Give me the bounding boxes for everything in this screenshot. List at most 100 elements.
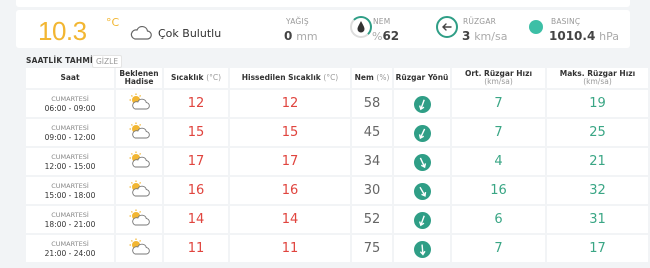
temp-cell: 11 [164,235,228,262]
time-range: 12:00 - 15:00 [44,161,96,171]
time-range: 09:00 - 12:00 [44,132,96,142]
header-temp: Sıcaklık (°C) [164,68,228,88]
precipitation-label: YAĞIŞ [286,17,309,26]
header-humidity: Nem (%) [352,68,392,88]
time-range: 21:00 - 24:00 [44,248,96,258]
feels-cell: 16 [230,177,350,204]
current-temperature: 10.3 [38,16,87,46]
event-cell [116,90,162,117]
cloud-icon [130,26,152,40]
wind-direction-icon [413,125,431,142]
feels-cell: 15 [230,119,350,146]
partly-cloudy-icon [129,180,150,196]
wind-direction-icon [413,154,431,171]
wind-dir-cell [394,235,450,262]
time-cell: CUMARTESİ 21:00 - 24:00 [26,235,114,262]
partly-cloudy-icon [129,151,150,167]
wind-dir-cell [394,148,450,175]
wind-max-cell: 21 [547,148,648,175]
header-wind-dir: Rüzgar Yönü [394,68,450,88]
wind-avg-cell: 16 [452,177,545,204]
temp-cell: 15 [164,119,228,146]
previous-card-edge [16,0,630,7]
wind-direction-icon [413,183,431,200]
table-row: CUMARTESİ 18:00 - 21:00 14 14 52 6 31 [26,206,648,233]
wind-avg-cell: 7 [452,90,545,117]
day-label: CUMARTESİ [51,152,89,161]
table-row: CUMARTESİ 21:00 - 24:00 11 11 75 7 17 [26,235,648,262]
wind-max-cell: 31 [547,206,648,233]
humidity-cell: 75 [352,235,392,262]
time-cell: CUMARTESİ 09:00 - 12:00 [26,119,114,146]
pressure-label: BASINÇ [551,17,581,26]
table-row: CUMARTESİ 15:00 - 18:00 16 16 30 16 32 [26,177,648,204]
wind-direction-icon [413,241,431,258]
pressure-dot-icon [529,20,543,34]
feels-cell: 17 [230,148,350,175]
current-conditions-panel: 10.3 °C Çok Bulutlu YAĞIŞ 0 mm NEM %62 R… [16,10,630,48]
wind-max-cell: 25 [547,119,648,146]
header-wind-avg: Ort. Rüzgar Hızı (km/sa) [452,68,545,88]
wind-dir-cell [394,206,450,233]
partly-cloudy-icon [129,122,150,138]
condition-description: Çok Bulutlu [158,27,222,40]
temp-cell: 17 [164,148,228,175]
event-cell [116,177,162,204]
wind-max-cell: 32 [547,177,648,204]
time-range: 15:00 - 18:00 [44,190,96,200]
partly-cloudy-icon [129,93,150,109]
time-cell: CUMARTESİ 15:00 - 18:00 [26,177,114,204]
partly-cloudy-icon [129,238,150,254]
temp-cell: 12 [164,90,228,117]
temp-cell: 16 [164,177,228,204]
precipitation-value: 0 mm [284,29,318,43]
pressure-value: 1010.4 hPa [549,29,619,43]
wind-avg-cell: 6 [452,206,545,233]
table-header-row: Saat Beklenen Hadise Sıcaklık (°C) Hisse… [26,68,648,88]
wind-dir-cell [394,90,450,117]
header-time: Saat [26,68,114,88]
wind-avg-cell: 7 [452,119,545,146]
humidity-value: %62 [372,29,400,43]
temperature-unit: °C [106,16,120,29]
wind-direction-icon [413,212,431,229]
feels-cell: 14 [230,206,350,233]
humidity-cell: 30 [352,177,392,204]
day-label: CUMARTESİ [51,181,89,190]
time-range: 06:00 - 09:00 [44,103,96,113]
humidity-cell: 45 [352,119,392,146]
top-strip [0,0,650,7]
table-row: CUMARTESİ 06:00 - 09:00 12 12 58 7 19 [26,90,648,117]
wind-dir-cell [394,119,450,146]
day-label: CUMARTESİ [51,94,89,103]
feels-cell: 12 [230,90,350,117]
table-row: CUMARTESİ 12:00 - 15:00 17 17 34 4 21 [26,148,648,175]
humidity-label: NEM [373,17,391,26]
event-cell [116,119,162,146]
day-label: CUMARTESİ [51,210,89,219]
time-cell: CUMARTESİ 06:00 - 09:00 [26,90,114,117]
hourly-forecast-title: SAATLİK TAHMİN [26,56,100,65]
time-cell: CUMARTESİ 18:00 - 21:00 [26,206,114,233]
header-wind-max: Maks. Rüzgar Hızı (km/sa) [547,68,648,88]
humidity-cell: 52 [352,206,392,233]
wind-max-cell: 17 [547,235,648,262]
wind-value: 3 km/sa [462,29,508,43]
header-event: Beklenen Hadise [116,68,162,88]
wind-dir-cell [394,177,450,204]
humidity-cell: 34 [352,148,392,175]
wind-avg-cell: 4 [452,148,545,175]
day-label: CUMARTESİ [51,123,89,132]
feels-cell: 11 [230,235,350,262]
header-feels: Hissedilen Sıcaklık (°C) [230,68,350,88]
wind-arrow-icon [436,16,458,38]
event-cell [116,148,162,175]
event-cell [116,206,162,233]
event-cell [116,235,162,262]
humidity-icon [350,16,372,38]
table-row: CUMARTESİ 09:00 - 12:00 15 15 45 7 25 [26,119,648,146]
humidity-cell: 58 [352,90,392,117]
wind-direction-icon [413,96,431,113]
time-range: 18:00 - 21:00 [44,219,96,229]
wind-max-cell: 19 [547,90,648,117]
